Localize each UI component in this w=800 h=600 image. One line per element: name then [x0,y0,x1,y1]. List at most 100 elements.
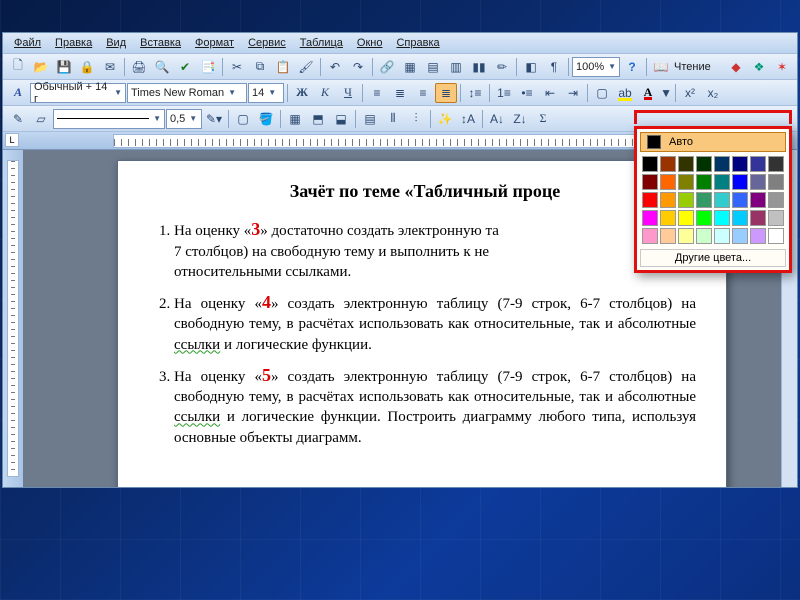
subscript-icon[interactable]: x₂ [702,83,724,103]
color-swatch[interactable] [696,228,712,244]
color-swatch[interactable] [696,156,712,172]
print-icon[interactable]: 🖨 [128,57,150,77]
merge-cells-icon[interactable]: ⬒ [307,109,329,129]
font-combo[interactable]: Times New Roman ▼ [127,83,247,103]
autosum-icon[interactable]: Σ [532,109,554,129]
sort-asc-icon[interactable]: A↓ [486,109,508,129]
menu-window[interactable]: Окно [350,35,390,51]
menu-edit[interactable]: Правка [48,35,99,51]
color-swatch[interactable] [768,156,784,172]
color-auto-button[interactable]: Авто [640,132,786,152]
color-swatch[interactable] [750,192,766,208]
color-swatch[interactable] [642,156,658,172]
format-painter-icon[interactable]: 🖌 [295,57,317,77]
draw-table-icon[interactable]: ✎ [7,109,29,129]
underline-button[interactable]: Ч [337,83,359,103]
style-combo[interactable]: Обычный + 14 г ▼ [30,83,126,103]
insert-worksheet-icon[interactable]: ▥ [445,57,467,77]
line-style-combo[interactable]: ▼ [53,109,165,129]
ext3-icon[interactable]: ✶ [771,57,793,77]
color-swatch[interactable] [750,210,766,226]
border-color-icon[interactable]: ✎▾ [203,109,225,129]
color-swatch[interactable] [768,192,784,208]
help-icon[interactable]: ? [621,57,643,77]
color-swatch[interactable] [714,228,730,244]
superscript-icon[interactable]: x² [679,83,701,103]
distribute-cols-icon[interactable]: ⫶ [405,109,427,129]
color-swatch[interactable] [678,210,694,226]
align-center-icon[interactable]: ≣ [389,83,411,103]
distribute-rows-icon[interactable]: ⫴ [382,109,404,129]
color-swatch[interactable] [732,192,748,208]
doc-map-icon[interactable]: ◧ [520,57,542,77]
color-swatch[interactable] [768,174,784,190]
color-swatch[interactable] [660,228,676,244]
tab-selector[interactable]: L [5,133,19,147]
menu-view[interactable]: Вид [99,35,133,51]
italic-button[interactable]: К [314,83,336,103]
color-swatch[interactable] [714,156,730,172]
cut-icon[interactable]: ✂ [226,57,248,77]
color-swatch[interactable] [660,210,676,226]
color-swatch[interactable] [678,174,694,190]
bullets-icon[interactable]: •≡ [516,83,538,103]
split-cells-icon[interactable]: ⬓ [330,109,352,129]
font-color-dropdown[interactable]: ▼ [660,83,672,103]
permission-icon[interactable]: 🔒 [76,57,98,77]
spellcheck-icon[interactable]: ✔ [174,57,196,77]
color-swatch[interactable] [732,174,748,190]
color-swatch[interactable] [696,210,712,226]
decrease-indent-icon[interactable]: ⇤ [539,83,561,103]
show-marks-icon[interactable]: ¶ [543,57,565,77]
color-swatch[interactable] [660,174,676,190]
color-swatch[interactable] [642,192,658,208]
research-icon[interactable]: 📑 [197,57,219,77]
bold-button[interactable]: Ж [291,83,313,103]
text-direction-icon[interactable]: ↕A [457,109,479,129]
color-swatch[interactable] [714,192,730,208]
menu-file[interactable]: Файл [7,35,48,51]
menu-table[interactable]: Таблица [293,35,350,51]
line-weight-combo[interactable]: 0,5 ▼ [166,109,202,129]
color-swatch[interactable] [768,210,784,226]
eraser-icon[interactable]: ▱ [30,109,52,129]
color-swatch[interactable] [642,228,658,244]
zoom-combo[interactable]: 100% ▼ [572,57,620,77]
line-spacing-icon[interactable]: ↕≡ [464,83,486,103]
color-swatch[interactable] [678,156,694,172]
align-left-icon[interactable]: ≡ [366,83,388,103]
highlight-icon[interactable]: ab [614,83,636,103]
color-swatch[interactable] [678,192,694,208]
increase-indent-icon[interactable]: ⇥ [562,83,584,103]
color-swatch[interactable] [732,156,748,172]
reading-layout-icon[interactable]: 📖 [650,57,672,77]
insert-table-icon[interactable]: ▤ [422,57,444,77]
tables-borders-icon[interactable]: ▦ [399,57,421,77]
fontsize-combo[interactable]: 14 ▼ [248,83,284,103]
font-color-button[interactable]: A [637,83,659,103]
outside-border-icon[interactable]: ▢ [232,109,254,129]
ruler-vertical[interactable] [3,150,23,487]
print-preview-icon[interactable]: 🔍 [151,57,173,77]
color-swatch[interactable] [714,210,730,226]
color-swatch[interactable] [732,210,748,226]
align-cells-icon[interactable]: ▤ [359,109,381,129]
mail-icon[interactable]: ✉ [99,57,121,77]
color-swatch[interactable] [678,228,694,244]
justify-icon[interactable]: ≣ [435,83,457,103]
shading-color-icon[interactable]: 🪣 [255,109,277,129]
open-icon[interactable]: 📂 [30,57,52,77]
drawing-icon[interactable]: ✏ [491,57,513,77]
ext1-icon[interactable]: ◆ [725,57,747,77]
numbering-icon[interactable]: 1≡ [493,83,515,103]
color-swatch[interactable] [768,228,784,244]
color-swatch[interactable] [642,210,658,226]
menu-insert[interactable]: Вставка [133,35,188,51]
copy-icon[interactable]: ⧉ [249,57,271,77]
color-swatch[interactable] [714,174,730,190]
color-swatch[interactable] [750,174,766,190]
menu-format[interactable]: Формат [188,35,241,51]
menu-help[interactable]: Справка [389,35,446,51]
sort-desc-icon[interactable]: Z↓ [509,109,531,129]
color-swatch[interactable] [660,192,676,208]
